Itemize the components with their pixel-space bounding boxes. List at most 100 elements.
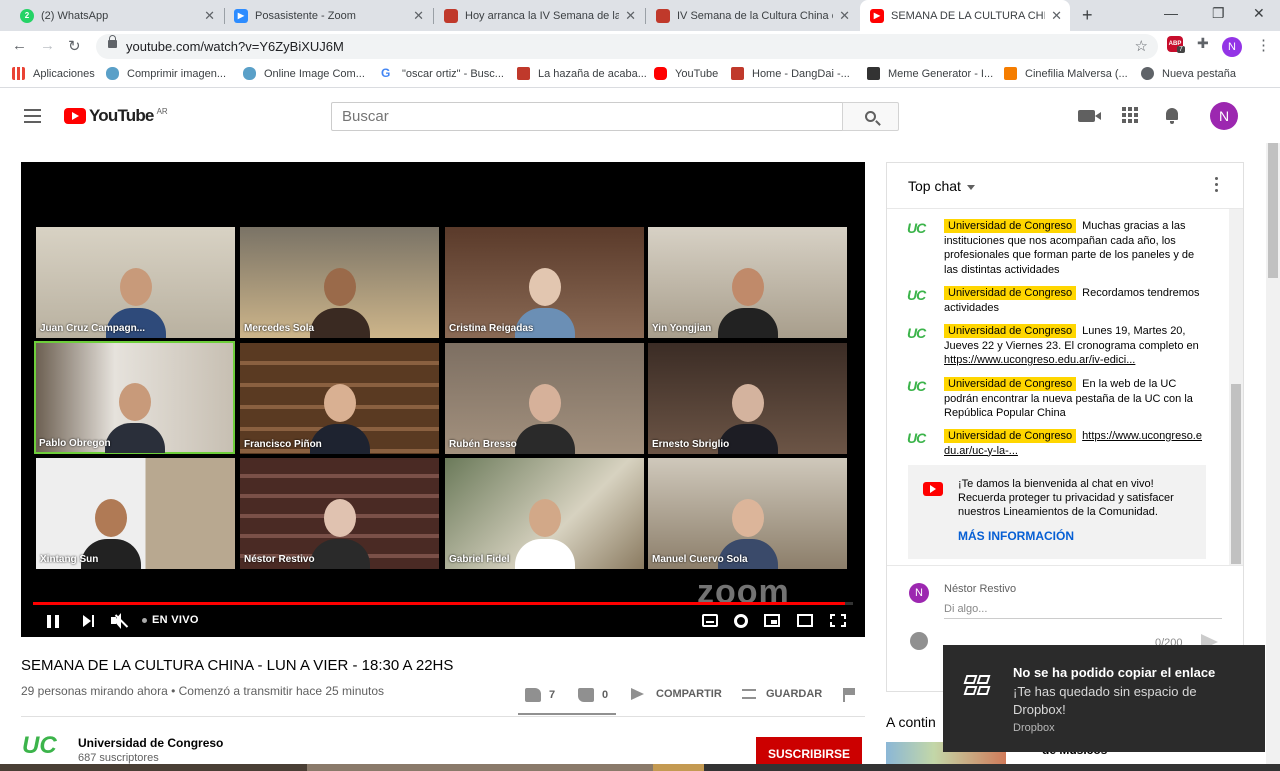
like-ratio-bar <box>518 713 616 715</box>
report-flag-icon[interactable] <box>843 688 855 702</box>
chat-mode-dropdown[interactable]: Top chat <box>908 178 975 194</box>
message-link[interactable]: https://www.ucongreso.edu.ar/iv-edici... <box>944 354 1135 366</box>
bookmark-item[interactable]: YouTube <box>654 67 718 80</box>
reload-icon[interactable]: ↻ <box>68 37 81 55</box>
participant-tile: Juan Cruz Campagn... <box>36 227 235 338</box>
url-text[interactable]: youtube.com/watch?v=Y6ZyBiXUJ6M <box>126 39 344 54</box>
thumbs-up-icon <box>525 688 541 702</box>
channel-avatar[interactable]: UC <box>22 732 57 760</box>
maximize-icon[interactable]: ❐ <box>1212 5 1225 22</box>
zoom-watermark: zoom <box>697 573 790 611</box>
chat-mode-label: Top chat <box>908 178 961 194</box>
search-button[interactable] <box>842 102 899 131</box>
bookmark-item[interactable]: Online Image Com... <box>243 67 365 80</box>
author-badge[interactable]: Universidad de Congreso <box>944 219 1077 233</box>
author-avatar[interactable]: UC <box>907 221 929 241</box>
progress-bar[interactable] <box>33 602 853 605</box>
bookmark-item[interactable]: Nueva pestaña <box>1141 67 1236 80</box>
author-avatar[interactable]: UC <box>907 431 929 451</box>
browser-profile-avatar[interactable]: N <box>1222 37 1242 57</box>
author-avatar[interactable]: UC <box>907 379 929 399</box>
tab-title: Posasistente - Zoom <box>255 9 356 22</box>
bookmark-item[interactable]: Meme Generator - I... <box>867 67 993 80</box>
video-player[interactable]: Juan Cruz Campagn... Mercedes Sola Crist… <box>21 162 865 637</box>
tab-youtube[interactable]: ▶ SEMANA DE LA CULTURA CHINA ✕ <box>860 0 1070 31</box>
close-icon[interactable]: ✕ <box>1051 8 1062 24</box>
author-badge[interactable]: Universidad de Congreso <box>944 429 1077 443</box>
user-avatar[interactable]: N <box>1210 102 1238 130</box>
settings-gear-icon[interactable] <box>734 614 748 628</box>
channel-name[interactable]: Universidad de Congreso <box>78 736 223 750</box>
notification-source: Dropbox <box>1013 722 1055 734</box>
like-button[interactable]: 7 <box>525 688 555 702</box>
page-scroll-thumb[interactable] <box>1268 143 1278 278</box>
participant-name: Pablo Obregon <box>39 438 111 449</box>
fullscreen-icon[interactable] <box>830 614 846 627</box>
news-icon <box>656 8 670 23</box>
pause-icon[interactable] <box>47 615 59 628</box>
miniplayer-icon[interactable] <box>764 614 780 627</box>
author-avatar[interactable]: UC <box>907 288 929 308</box>
cloud-icon <box>106 67 119 80</box>
chat-input[interactable]: Di algo... <box>944 603 1222 619</box>
chat-scrollbar[interactable] <box>1229 209 1243 565</box>
create-video-icon[interactable] <box>1078 110 1101 122</box>
youtube-logo[interactable]: YouTube AR <box>64 106 168 126</box>
bookmark-item[interactable]: Cinefilia Malversa (... <box>1004 67 1128 80</box>
tab-news-1[interactable]: Hoy arranca la IV Semana de la C ✕ <box>434 0 644 31</box>
more-options-icon[interactable] <box>1215 177 1219 193</box>
dropbox-notification[interactable]: No se ha podido copiar el enlace ¡Te has… <box>943 645 1265 752</box>
tab-title: SEMANA DE LA CULTURA CHINA <box>891 9 1046 22</box>
bookmark-apps[interactable]: Aplicaciones <box>12 67 95 80</box>
author-badge[interactable]: Universidad de Congreso <box>944 286 1077 300</box>
chat-scroll-thumb[interactable] <box>1231 384 1241 564</box>
back-icon[interactable]: ← <box>12 37 27 54</box>
address-bar[interactable]: youtube.com/watch?v=Y6ZyBiXUJ6M ☆ <box>96 34 1158 59</box>
theater-mode-icon[interactable] <box>797 614 813 627</box>
close-icon[interactable]: ✕ <box>413 8 424 24</box>
bookmark-item[interactable]: G "oscar ortiz" - Busc... <box>381 67 504 80</box>
bookmark-item[interactable]: Comprimir imagen... <box>106 67 226 80</box>
apps-grid-icon[interactable] <box>1122 107 1138 123</box>
next-icon[interactable] <box>83 615 95 627</box>
save-button[interactable]: GUARDAR <box>742 688 822 700</box>
menu-icon[interactable] <box>24 109 41 123</box>
learn-more-link[interactable]: MÁS INFORMACIÓN <box>958 529 1074 543</box>
whatsapp-icon: 2 <box>20 8 34 23</box>
notifications-bell-icon[interactable] <box>1164 107 1180 124</box>
participant-tile: Cristina Reigadas <box>445 227 644 338</box>
emoji-icon[interactable] <box>910 632 928 650</box>
close-icon[interactable]: ✕ <box>625 8 636 24</box>
youtube-icon <box>654 67 667 80</box>
adblock-badge: 7 <box>1177 46 1185 53</box>
new-tab-button[interactable]: + <box>1082 5 1093 26</box>
live-badge[interactable]: EN VIVO <box>142 614 199 626</box>
minimize-icon[interactable]: — <box>1164 5 1178 21</box>
tab-news-2[interactable]: IV Semana de la Cultura China en ✕ <box>646 0 858 31</box>
bookmark-item[interactable]: Home - DangDai -... <box>731 67 850 80</box>
tab-zoom[interactable]: ▶ Posasistente - Zoom ✕ <box>224 0 432 31</box>
dislike-button[interactable]: 0 <box>578 688 608 702</box>
subtitles-icon[interactable] <box>702 614 718 627</box>
author-badge[interactable]: Universidad de Congreso <box>944 324 1077 338</box>
bookmark-star-icon[interactable]: ☆ <box>1135 37 1148 55</box>
browser-menu-icon[interactable]: ⋮ <box>1256 36 1271 54</box>
close-icon[interactable]: ✕ <box>204 8 215 24</box>
search-input[interactable] <box>332 103 842 130</box>
muted-volume-icon[interactable] <box>111 613 129 629</box>
tab-whatsapp[interactable]: 2 (2) WhatsApp ✕ <box>10 0 223 31</box>
dislike-count: 0 <box>602 689 609 701</box>
bookmark-item[interactable]: La hazaña de acaba... <box>517 67 647 80</box>
globe-icon <box>1141 67 1154 80</box>
window-close-icon[interactable]: ✕ <box>1253 5 1265 22</box>
author-badge[interactable]: Universidad de Congreso <box>944 377 1077 391</box>
autoplay-label: A contin <box>886 714 936 730</box>
extensions-icon[interactable]: ✚ <box>1197 35 1209 52</box>
participant-tile: Manuel Cuervo Sola <box>648 458 847 569</box>
author-avatar[interactable]: UC <box>907 326 929 346</box>
close-icon[interactable]: ✕ <box>839 8 850 24</box>
participant-name: Xintang Sun <box>40 554 99 565</box>
share-button[interactable]: COMPARTIR <box>631 688 722 700</box>
page-scrollbar[interactable] <box>1266 143 1280 771</box>
forward-icon[interactable]: → <box>40 37 55 54</box>
